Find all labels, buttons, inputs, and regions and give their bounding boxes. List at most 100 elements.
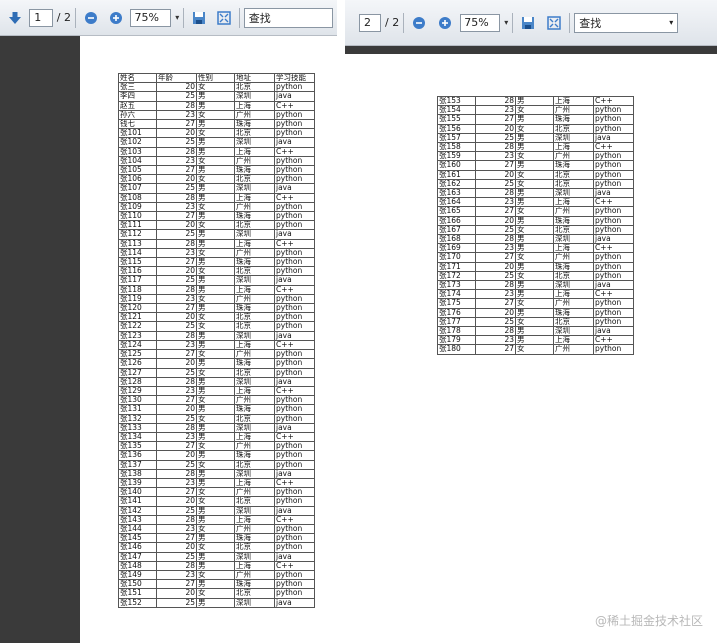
table-cell: 27 (475, 160, 516, 171)
find-box[interactable]: 查找 ▾ (574, 12, 679, 33)
table-cell: 张180 (437, 344, 476, 355)
table-row: 张102 25 男深圳 java (118, 137, 315, 148)
table-cell: 25 (156, 229, 197, 240)
table-cell: 27 (156, 395, 197, 406)
chevron-down-icon[interactable]: ▾ (504, 18, 508, 27)
table-row: 张109 23 女广州 python (118, 201, 315, 213)
table-cell: 北京 (234, 413, 275, 424)
table-cell: java (274, 137, 315, 148)
table-cell: 女 (515, 105, 554, 116)
table-row: 张163 28 男深圳 java (437, 188, 634, 199)
fit-page-icon (547, 15, 561, 30)
table-cell: 20 (475, 307, 516, 318)
table-cell: 张126 (118, 358, 157, 369)
table-cell: 男 (515, 215, 554, 226)
table-cell: 张160 (437, 160, 476, 171)
chevron-down-icon[interactable]: ▾ (175, 13, 179, 22)
save-button[interactable] (188, 7, 209, 29)
zoom-in-button[interactable] (105, 7, 126, 29)
table-row: 张178 28 男深圳 java (437, 326, 634, 337)
table-cell: 27 (156, 441, 197, 452)
table-cell: 上海 (234, 514, 275, 525)
download-button[interactable] (4, 7, 25, 29)
table-row: 张131 20 男珠海 python (118, 404, 315, 415)
page-number-input[interactable]: 2 (359, 13, 381, 32)
table-cell: 珠海 (234, 119, 275, 130)
table-cell: 男 (515, 114, 554, 125)
table-cell: 张163 (437, 188, 476, 199)
table-cell: 张168 (437, 234, 476, 245)
table-row: 张164 23 男上海 C++ (437, 197, 634, 208)
table-cell: python (274, 109, 315, 121)
table-cell: 25 (156, 413, 197, 424)
table-cell: 张153 (437, 95, 476, 107)
table-cell: 男 (515, 234, 554, 245)
table-cell: 男 (196, 165, 235, 176)
table-cell: python (274, 533, 315, 544)
table-cell: 女 (196, 349, 235, 360)
table-cell: 男 (196, 257, 235, 268)
table-cell: 深圳 (234, 376, 275, 387)
table-cell: C++ (274, 339, 315, 351)
table-cell: 25 (475, 270, 516, 282)
table-row: 张167 25 女北京 python (437, 224, 634, 236)
table-cell: python (593, 169, 634, 180)
toolbar-divider (238, 7, 240, 28)
table-row: 张141 20 女北京 python (118, 496, 315, 507)
find-box[interactable]: 查找 (243, 7, 333, 28)
toolbar-divider (569, 12, 571, 33)
table-cell: 25 (475, 224, 516, 236)
chevron-down-icon[interactable]: ▾ (669, 18, 673, 27)
table-cell: 男 (196, 284, 235, 295)
table-row: 张153 28 男上海 C++ (437, 95, 634, 107)
table-cell: 上海 (234, 146, 275, 157)
table-cell: python (274, 312, 315, 323)
table-row: 张176 20 男珠海 python (437, 307, 634, 318)
download-arrow-icon (8, 11, 21, 24)
zoom-select[interactable]: 75% (460, 13, 501, 32)
table-cell: 广州 (234, 247, 275, 259)
fit-page-button[interactable] (543, 12, 565, 34)
fit-page-button[interactable] (214, 7, 235, 29)
table-cell: 上海 (234, 284, 275, 295)
table-cell: 张102 (118, 137, 157, 148)
table-row: 张170 27 女广州 python (437, 252, 634, 263)
table-row: 张149 23 女广州 python (118, 569, 315, 581)
table-cell: 男 (196, 146, 235, 157)
table-row: 张151 20 女北京 python (118, 588, 315, 599)
table-cell: python (274, 523, 315, 535)
table-cell: 张147 (118, 551, 157, 562)
table-cell: python (274, 247, 315, 259)
table-cell: 23 (475, 335, 516, 346)
table-row: 张128 28 男深圳 java (118, 376, 315, 387)
table-row: 张174 23 男上海 C++ (437, 289, 634, 300)
table-cell: 20 (156, 312, 197, 323)
zoom-out-button[interactable] (408, 12, 430, 34)
table-cell: 23 (156, 477, 197, 489)
save-button[interactable] (517, 12, 539, 34)
table-cell: 男 (196, 238, 235, 249)
table-cell: 女 (196, 109, 235, 121)
table-cell: 28 (156, 100, 197, 111)
zoom-in-button[interactable] (434, 12, 456, 34)
table-cell: 张169 (437, 243, 476, 254)
zoom-select[interactable]: 75% (130, 8, 172, 27)
table-cell: 张113 (118, 238, 157, 249)
table-cell: 23 (156, 385, 197, 397)
table-cell: 25 (475, 178, 516, 190)
table-row: 张148 28 男上海 C++ (118, 560, 315, 571)
table-cell: 珠海 (234, 450, 275, 461)
page-number-input[interactable]: 1 (29, 8, 53, 27)
table-cell: 上海 (234, 477, 275, 489)
table-cell: 女 (196, 321, 235, 332)
page-total-label: / 2 (56, 11, 71, 24)
table-cell: 深圳 (234, 91, 275, 102)
table-cell: 张171 (437, 261, 476, 272)
table-cell: 珠海 (234, 165, 275, 176)
table-cell: python (274, 266, 315, 277)
table-row: 张137 25 女北京 python (118, 459, 315, 470)
table-cell: 张175 (437, 298, 476, 309)
table-cell: 张143 (118, 514, 157, 525)
table-row: 张111 20 女北京 python (118, 220, 315, 231)
zoom-out-button[interactable] (80, 7, 101, 29)
